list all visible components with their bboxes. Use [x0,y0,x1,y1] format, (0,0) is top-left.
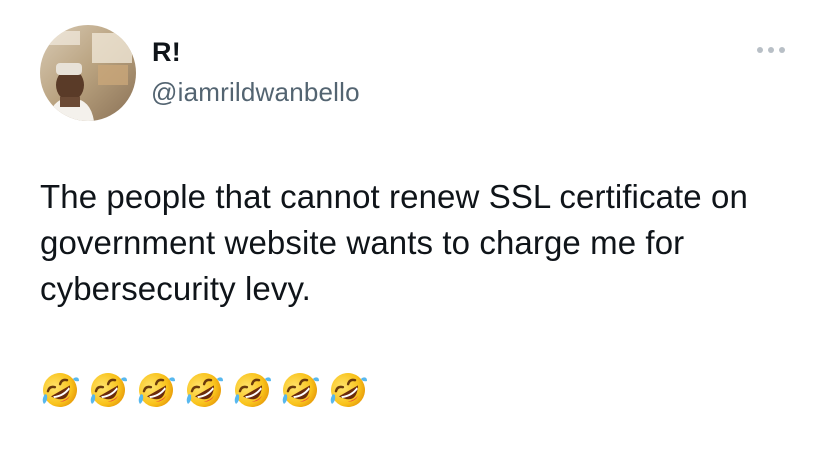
rolling-on-floor-laughing-emoji [328,370,368,410]
tweet-text: The people that cannot renew SSL certifi… [40,178,748,307]
rolling-on-floor-laughing-emoji [88,370,128,410]
rolling-on-floor-laughing-emoji [40,370,80,410]
rolling-on-floor-laughing-emoji [232,370,272,410]
rolling-on-floor-laughing-emoji [184,370,224,410]
emoji-row [40,370,368,410]
user-handle[interactable]: @iamrildwanbello [151,76,360,108]
tweet-card: R! @iamrildwanbello The people that cann… [0,0,828,461]
more-horizontal-icon[interactable] [754,40,788,60]
avatar-photo [40,25,136,121]
rolling-on-floor-laughing-emoji [280,370,320,410]
rolling-on-floor-laughing-emoji [136,370,176,410]
avatar[interactable] [40,25,136,121]
display-name[interactable]: R! [152,36,181,68]
